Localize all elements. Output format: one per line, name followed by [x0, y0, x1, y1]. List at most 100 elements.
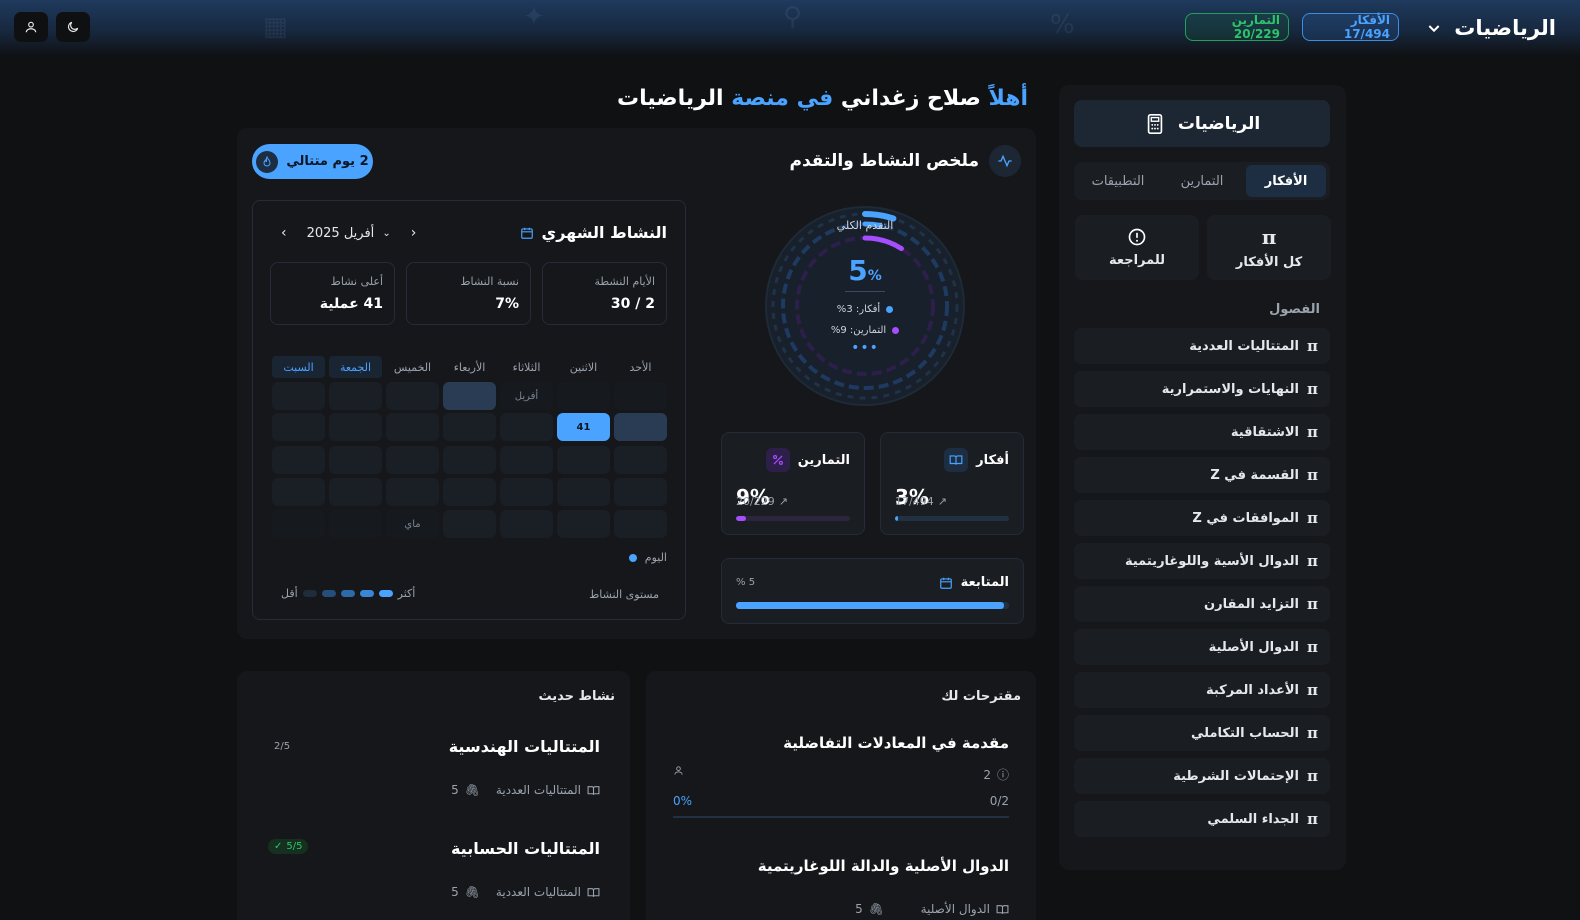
- level-swatch: [321, 590, 336, 597]
- activity-chapter-label: المتتاليات العددية: [495, 783, 581, 797]
- pi-icon: π: [1307, 552, 1318, 570]
- calendar-day[interactable]: [272, 446, 325, 474]
- followup-card[interactable]: المتابعة 5 %: [721, 558, 1024, 624]
- suggestion-count-value: 2: [983, 767, 991, 782]
- sidebar-title: الرياضيات: [1177, 113, 1261, 134]
- calendar-day[interactable]: [386, 446, 439, 474]
- calendar-day[interactable]: [329, 382, 382, 410]
- exercises-stat-name: التمارين: [765, 448, 850, 472]
- chapter-label: التزايد المقارن: [1204, 596, 1300, 612]
- prev-month-button[interactable]: ‹: [411, 225, 417, 241]
- subject-selector[interactable]: الرياضيات: [1426, 14, 1556, 42]
- exercises-stat-card[interactable]: التمارين 9% ↗ 20/229: [721, 432, 865, 535]
- calendar-icon: [520, 227, 533, 239]
- ideas-stat-label: أفكار: [976, 452, 1009, 468]
- suggestion-chapter: الدوال الأصلية: [921, 902, 1009, 916]
- suggestions-title: مقترحات لك: [941, 689, 1021, 704]
- calendar-day[interactable]: [272, 478, 325, 506]
- chapter-item[interactable]: π الموافقات في Z: [1074, 500, 1330, 536]
- activity-title[interactable]: المتتاليات الحسابية: [451, 839, 600, 858]
- chapter-label: الحساب التكاملي: [1191, 725, 1300, 741]
- tab-applications[interactable]: التطبيقات: [1078, 165, 1158, 197]
- calendar-day[interactable]: [329, 478, 382, 506]
- exercises-progress-pill[interactable]: التمارين 20/229: [1185, 13, 1289, 41]
- streak-badge[interactable]: 2 يوم متتالي: [252, 144, 373, 179]
- calendar-day[interactable]: [500, 413, 553, 441]
- calendar-day[interactable]: [614, 382, 667, 410]
- active-days-label: الأيام النشطة: [594, 275, 655, 288]
- decorative-star-icon: ✦: [523, 2, 545, 32]
- tab-ideas[interactable]: الأفكار: [1246, 165, 1326, 197]
- next-month-button[interactable]: ›: [281, 225, 287, 241]
- calendar-day[interactable]: [386, 478, 439, 506]
- calendar-day[interactable]: [557, 478, 610, 506]
- chapter-item[interactable]: π الأعداد المركبة: [1074, 672, 1330, 708]
- chapter-item[interactable]: π الدوال الأصلية: [1074, 629, 1330, 665]
- activity-icon: [989, 145, 1021, 177]
- user-button[interactable]: [14, 12, 48, 42]
- all-ideas-card[interactable]: π كل الأفكار: [1207, 215, 1331, 280]
- ideas-progress-pill[interactable]: الأفكار 17/494: [1302, 13, 1399, 41]
- calendar-day[interactable]: [500, 478, 553, 506]
- chapter-item[interactable]: π التزايد المقارن: [1074, 586, 1330, 622]
- month-select[interactable]: ⌄ أفريل 2025: [307, 226, 391, 241]
- book-icon: [996, 904, 1009, 914]
- calendar-day[interactable]: [557, 446, 610, 474]
- review-label: للمراجعة: [1108, 253, 1166, 268]
- calendar-day[interactable]: [272, 510, 325, 538]
- calendar-day[interactable]: [386, 382, 439, 410]
- calendar-day[interactable]: [443, 446, 496, 474]
- calendar-day[interactable]: [272, 413, 325, 441]
- review-card[interactable]: للمراجعة: [1075, 215, 1199, 280]
- calendar-day[interactable]: [557, 382, 610, 410]
- calendar-day[interactable]: [614, 446, 667, 474]
- calendar-day[interactable]: [443, 382, 496, 410]
- calendar-day[interactable]: [443, 478, 496, 506]
- overall-progress-ring: التقدم الكلي 5% أفكار: 3% التمارين: 9% •…: [763, 204, 967, 408]
- tab-exercises[interactable]: التمارين: [1162, 165, 1242, 197]
- exercises-dot-icon: [892, 327, 900, 334]
- book-icon: [587, 887, 600, 897]
- calendar-day[interactable]: [614, 510, 667, 538]
- chapter-item[interactable]: π القسمة في Z: [1074, 457, 1330, 493]
- calendar-day[interactable]: [500, 510, 553, 538]
- chapter-item[interactable]: π الاشتقاقية: [1074, 414, 1330, 450]
- calendar-day[interactable]: [386, 413, 439, 441]
- chapter-item[interactable]: π الجداء السلمي: [1074, 801, 1330, 837]
- ideas-stat-card[interactable]: أفكار 3% ↗ 17/494: [880, 432, 1024, 535]
- calendar-day[interactable]: [500, 446, 553, 474]
- calendar-today[interactable]: 41: [557, 413, 610, 441]
- ideas-stat-sub: ↗ 17/494: [895, 495, 947, 508]
- suggestions-card: مقترحات لك مقدمة في المعادلات التفاضلية …: [646, 671, 1036, 920]
- calendar-day[interactable]: [443, 413, 496, 441]
- sidebar: الرياضيات الأفكار التمارين التطبيقات π ك…: [1059, 85, 1346, 870]
- activity-attachments-count: 5: [451, 885, 459, 899]
- calendar-day[interactable]: [329, 446, 382, 474]
- theme-toggle-button[interactable]: [56, 12, 90, 42]
- calendar-day[interactable]: [272, 382, 325, 410]
- suggestion-title[interactable]: الدوال الأصلية والدالة اللوغاريتمية: [758, 857, 1009, 875]
- chapter-item[interactable]: π الدوال الأسية واللوغاريتمية: [1074, 543, 1330, 579]
- chevron-down-icon: [1428, 25, 1440, 33]
- peak-activity-label: أعلى نشاط: [330, 275, 383, 288]
- greeting: أهلاً صلاح زغداني في منصة الرياضيات: [617, 86, 1028, 111]
- calendar-day[interactable]: [614, 413, 667, 441]
- suggestion-title[interactable]: مقدمة في المعادلات التفاضلية: [783, 734, 1009, 752]
- next-month-label[interactable]: ماي: [386, 510, 439, 538]
- activity-title[interactable]: المتتاليات الهندسية: [449, 737, 600, 756]
- calendar-day[interactable]: [557, 510, 610, 538]
- chapter-item[interactable]: π المتتاليات العددية: [1074, 328, 1330, 364]
- calendar-day[interactable]: [443, 510, 496, 538]
- calendar-day[interactable]: [614, 478, 667, 506]
- suggestion-chapter-label: الدوال الأصلية: [920, 902, 990, 916]
- month-start-label[interactable]: أفريل: [500, 382, 553, 410]
- exercises-stat-label: التمارين: [797, 452, 850, 468]
- chapter-item[interactable]: π الحساب التكاملي: [1074, 715, 1330, 751]
- chapter-item[interactable]: π النهايات والاستمرارية: [1074, 371, 1330, 407]
- calendar-day[interactable]: [329, 510, 382, 538]
- info-icon: ⓘ: [996, 768, 1009, 782]
- chapter-item[interactable]: π الإحتمالات الشرطية: [1074, 758, 1330, 794]
- pi-icon: π: [1307, 466, 1318, 484]
- followup-progress-fill: [736, 602, 1004, 609]
- calendar-day[interactable]: [329, 413, 382, 441]
